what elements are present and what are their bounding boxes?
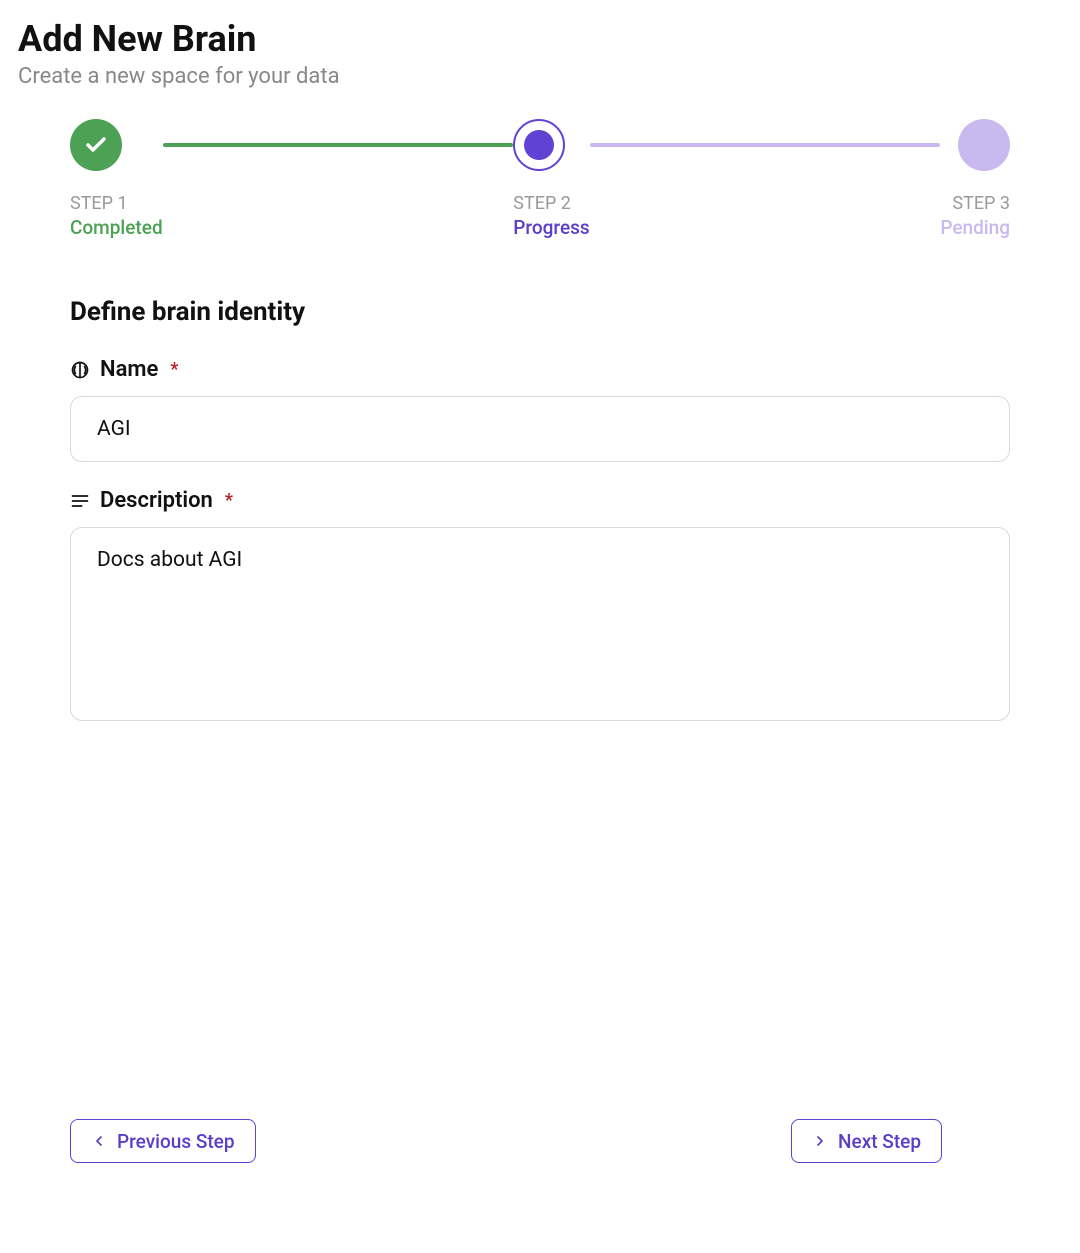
brain-icon — [70, 360, 90, 380]
step-2-status: Progress — [513, 216, 589, 239]
stepper: STEP 1 Completed STEP 2 Progress STEP 3 … — [18, 119, 1062, 239]
previous-step-label: Previous Step — [117, 1130, 235, 1153]
step-2: STEP 2 Progress — [513, 119, 589, 239]
step-3: STEP 3 Pending — [940, 119, 1010, 239]
connector-1 — [163, 143, 514, 147]
section-title: Define brain identity — [70, 297, 1010, 327]
field-description: Description * — [70, 488, 1010, 725]
next-step-button[interactable]: Next Step — [791, 1119, 942, 1163]
chevron-left-icon — [91, 1133, 107, 1149]
description-required-mark: * — [225, 490, 233, 511]
description-input[interactable] — [70, 527, 1010, 721]
description-label-text: Description — [100, 488, 213, 513]
step-1-label: STEP 1 — [70, 193, 128, 214]
step-1-status: Completed — [70, 216, 163, 239]
step-1-circle — [70, 119, 122, 171]
page-title: Add New Brain — [18, 18, 1062, 60]
page-subtitle: Create a new space for your data — [18, 64, 1062, 89]
name-required-mark: * — [170, 359, 178, 380]
name-input[interactable] — [70, 396, 1010, 462]
chevron-right-icon — [812, 1133, 828, 1149]
name-label: Name * — [70, 357, 1010, 382]
step-3-status: Pending — [940, 216, 1010, 239]
step-2-label: STEP 2 — [513, 193, 571, 214]
connector-2 — [590, 143, 941, 147]
step-2-circle — [513, 119, 565, 171]
next-step-label: Next Step — [838, 1130, 921, 1153]
step-3-label: STEP 3 — [952, 193, 1010, 214]
description-icon — [70, 491, 90, 511]
name-label-text: Name — [100, 357, 158, 382]
previous-step-button[interactable]: Previous Step — [70, 1119, 256, 1163]
check-icon — [84, 133, 108, 157]
field-name: Name * — [70, 357, 1010, 462]
step-3-circle — [958, 119, 1010, 171]
step-1: STEP 1 Completed — [70, 119, 163, 239]
description-label: Description * — [70, 488, 1010, 513]
